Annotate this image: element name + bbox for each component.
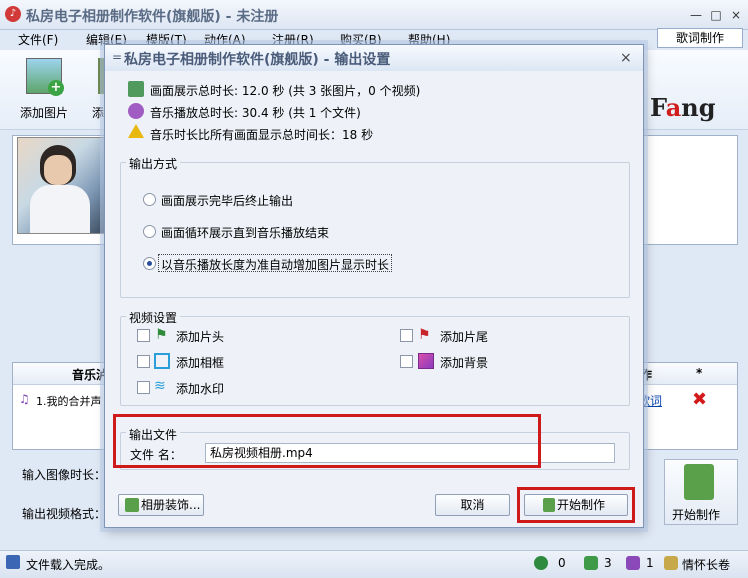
output-mode-title: 输出方式 bbox=[126, 155, 181, 172]
add-image-button[interactable]: + 添加图片 bbox=[20, 56, 68, 124]
decorate-icon bbox=[125, 498, 139, 512]
watermark-label[interactable]: 添加水印 bbox=[176, 380, 224, 397]
maximize-icon[interactable]: □ bbox=[708, 7, 724, 23]
start-button-highlight bbox=[517, 487, 635, 523]
status-song-icon bbox=[664, 556, 678, 570]
music-duration-icon bbox=[128, 103, 144, 119]
status-text: 文件载入完成。 bbox=[26, 558, 111, 572]
delete-icon[interactable]: ✖ bbox=[692, 389, 707, 410]
status-image-count: 3 bbox=[604, 556, 612, 570]
warning-icon bbox=[128, 124, 144, 138]
status-music-count: 1 bbox=[646, 556, 654, 570]
photo-face bbox=[44, 155, 72, 185]
image-duration-icon bbox=[128, 81, 144, 97]
intro-label[interactable]: 添加片头 bbox=[176, 328, 224, 345]
music-note-icon: ♫ bbox=[19, 392, 30, 406]
output-format-label: 输出视频格式： bbox=[22, 507, 107, 521]
outro-checkbox[interactable] bbox=[400, 329, 413, 342]
photo-body bbox=[30, 185, 90, 233]
video-settings-title: 视频设置 bbox=[126, 309, 181, 326]
green-flag-icon: ⚑ bbox=[155, 327, 168, 343]
menu-file[interactable]: 文件(F) bbox=[18, 31, 58, 48]
radio-stop-after-images-label[interactable]: 画面展示完毕后终止输出 bbox=[161, 192, 293, 209]
cancel-button[interactable]: 取消 bbox=[435, 494, 510, 516]
start-make-big-label: 开始制作 bbox=[672, 508, 721, 522]
album-decorate-button[interactable]: 相册装饰... bbox=[118, 494, 204, 516]
radio-extend-by-music-label[interactable]: 以音乐播放长度为准自动增加图片显示时长 bbox=[161, 256, 389, 273]
red-flag-icon: ⚑ bbox=[418, 327, 431, 343]
music-row-label[interactable]: 1.我的合并声 bbox=[36, 393, 102, 409]
minimize-icon[interactable]: — bbox=[688, 7, 704, 23]
output-file-highlight bbox=[113, 414, 541, 468]
status-video-icon bbox=[534, 556, 548, 570]
photo-frame-icon bbox=[154, 353, 170, 369]
dialog-title: 私房电子相册制作软件(旗舰版) - 输出设置 bbox=[124, 52, 391, 68]
duration-warning-text: 音乐时长比所有画面显示总时间长：18 秒 bbox=[150, 128, 374, 142]
main-window-title: 私房电子相册制作软件(旗舰版) - 未注册 bbox=[26, 9, 279, 25]
app-logo-icon: ♪ bbox=[5, 6, 21, 22]
status-music-icon bbox=[626, 556, 640, 570]
input-duration-label: 输入图像时长： bbox=[22, 468, 107, 482]
dialog-close-icon[interactable]: × bbox=[620, 50, 632, 66]
outro-label[interactable]: 添加片尾 bbox=[440, 328, 488, 345]
watermark-icon: ≋ bbox=[154, 378, 166, 394]
dialog-menu-icon[interactable]: = bbox=[112, 50, 122, 64]
status-image-icon bbox=[584, 556, 598, 570]
music-duration-info: 音乐播放总时长: 30.4 秒 (共 1 个文件) bbox=[150, 106, 361, 120]
radio-loop-until-music-end[interactable] bbox=[143, 225, 156, 238]
status-song-name: 情怀长卷 bbox=[682, 558, 731, 572]
lyrics-button[interactable]: 歌词制作 bbox=[657, 28, 743, 48]
add-image-label: 添加图片 bbox=[20, 106, 69, 120]
music-header-delete: * bbox=[696, 366, 703, 380]
album-decorate-label: 相册装饰... bbox=[141, 498, 201, 512]
close-window-icon[interactable]: × bbox=[728, 7, 744, 23]
status-video-count: 0 bbox=[558, 556, 566, 570]
background-label[interactable]: 添加背景 bbox=[440, 354, 488, 371]
radio-stop-after-images[interactable] bbox=[143, 193, 156, 206]
add-second-label[interactable]: 添 bbox=[92, 104, 104, 121]
frame-label[interactable]: 添加相框 bbox=[176, 354, 224, 371]
plus-icon: + bbox=[48, 80, 64, 96]
radio-loop-until-music-end-label[interactable]: 画面循环展示直到音乐播放结束 bbox=[161, 224, 329, 241]
music-header-name: 音乐泸 bbox=[72, 368, 109, 382]
brand-logo-text: Fang bbox=[650, 93, 716, 122]
watermark-checkbox[interactable] bbox=[137, 381, 150, 394]
background-image-icon bbox=[418, 353, 434, 369]
image-duration-info: 画面展示总时长: 12.0 秒 (共 3 张图片，0 个视频) bbox=[150, 84, 421, 98]
background-checkbox[interactable] bbox=[400, 355, 413, 368]
status-doc-icon bbox=[6, 555, 20, 569]
zip-file-icon bbox=[684, 464, 714, 500]
radio-extend-by-music[interactable] bbox=[143, 257, 156, 270]
intro-checkbox[interactable] bbox=[137, 329, 150, 342]
frame-checkbox[interactable] bbox=[137, 355, 150, 368]
